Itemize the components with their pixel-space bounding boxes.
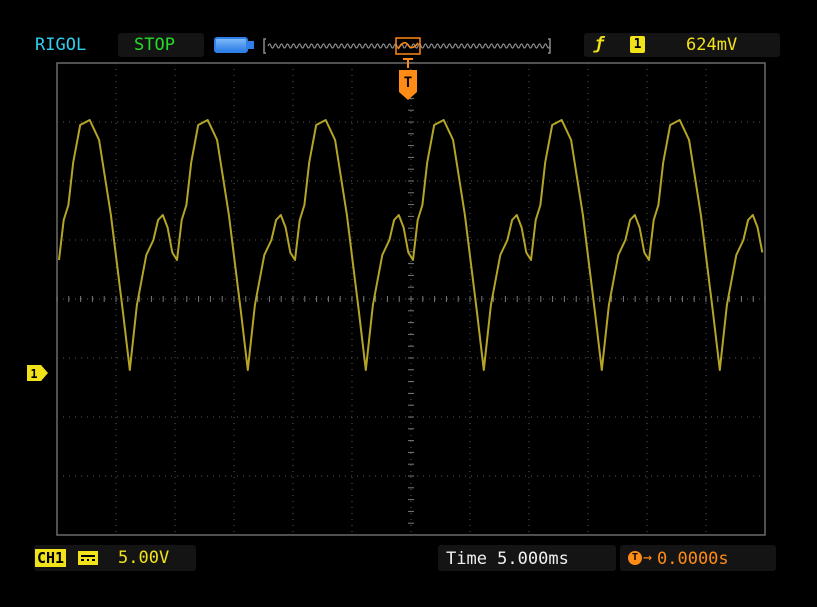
- dc-coupling-icon: [78, 551, 98, 565]
- channel-label[interactable]: CH1: [35, 549, 67, 567]
- trigger-offset-icon: T: [628, 551, 642, 565]
- trigger-marker-label: T: [404, 75, 412, 91]
- oscilloscope-screen: RIGOL STOP ƒ 1 624mV T 1 CH1 5.00V Time …: [0, 0, 817, 607]
- ch1-ground-marker[interactable]: 1: [27, 365, 49, 381]
- ch1-marker-label: 1: [30, 367, 37, 381]
- channel-scale: 5.00V: [118, 548, 170, 568]
- trigger-position-marker[interactable]: T: [398, 58, 418, 102]
- trigger-offset: 0.0000s: [657, 549, 729, 569]
- arrow-right-icon: →: [643, 548, 653, 566]
- timebase-label: Time 5.000ms: [446, 549, 569, 569]
